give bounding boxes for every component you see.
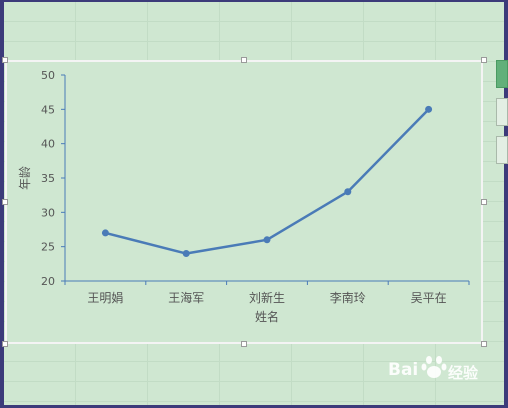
data-point[interactable] xyxy=(182,250,190,258)
chart-styles-button[interactable] xyxy=(496,98,508,126)
series-points xyxy=(101,105,433,258)
resize-handle-top[interactable] xyxy=(241,57,247,63)
x-tick-label: 李南玲 xyxy=(330,290,366,305)
resize-handle-right[interactable] xyxy=(481,199,487,205)
chart-filters-button[interactable] xyxy=(496,136,508,164)
x-tick-label: 王明娟 xyxy=(87,291,123,305)
x-axis-title: 姓名 xyxy=(255,309,279,324)
y-tick-label: 40 xyxy=(41,138,55,151)
resize-handle-bottom-left[interactable] xyxy=(2,341,8,347)
x-tick-label: 吴平在 xyxy=(411,291,447,305)
y-tick-label: 20 xyxy=(41,275,55,288)
y-axis-ticks: 20 25 30 35 40 45 50 xyxy=(41,69,65,288)
resize-handle-bottom[interactable] xyxy=(241,341,247,347)
y-axis-title: 年龄 xyxy=(18,166,32,190)
x-axis-ticks: 王明娟 王海军 刘新生 李南玲 吴平在 xyxy=(64,281,470,305)
line-chart: 20 25 30 35 40 45 50 王明娟 王海军 刘新生 李南玲 吴平在 年龄 姓名 xyxy=(18,69,470,324)
data-point[interactable] xyxy=(263,236,271,244)
chart-area[interactable]: 20 25 30 35 40 45 50 王明娟 王海军 刘新生 李南玲 吴平在 年龄 姓名 xyxy=(5,60,483,344)
data-point[interactable] xyxy=(425,105,433,113)
data-point[interactable] xyxy=(101,229,109,237)
chart-elements-button[interactable] xyxy=(496,60,508,88)
y-tick-label: 45 xyxy=(41,103,55,116)
resize-handle-bottom-right[interactable] xyxy=(481,341,487,347)
x-tick-label: 刘新生 xyxy=(249,290,285,305)
resize-handle-top-right[interactable] xyxy=(481,57,487,63)
data-point[interactable] xyxy=(344,188,352,196)
series-line xyxy=(105,108,430,255)
resize-handle-left[interactable] xyxy=(2,199,8,205)
y-tick-label: 35 xyxy=(41,172,55,185)
y-tick-label: 25 xyxy=(41,241,55,254)
y-tick-label: 50 xyxy=(41,69,55,82)
x-tick-label: 王海军 xyxy=(168,290,204,305)
resize-handle-top-left[interactable] xyxy=(2,57,8,63)
y-tick-label: 30 xyxy=(41,206,55,219)
